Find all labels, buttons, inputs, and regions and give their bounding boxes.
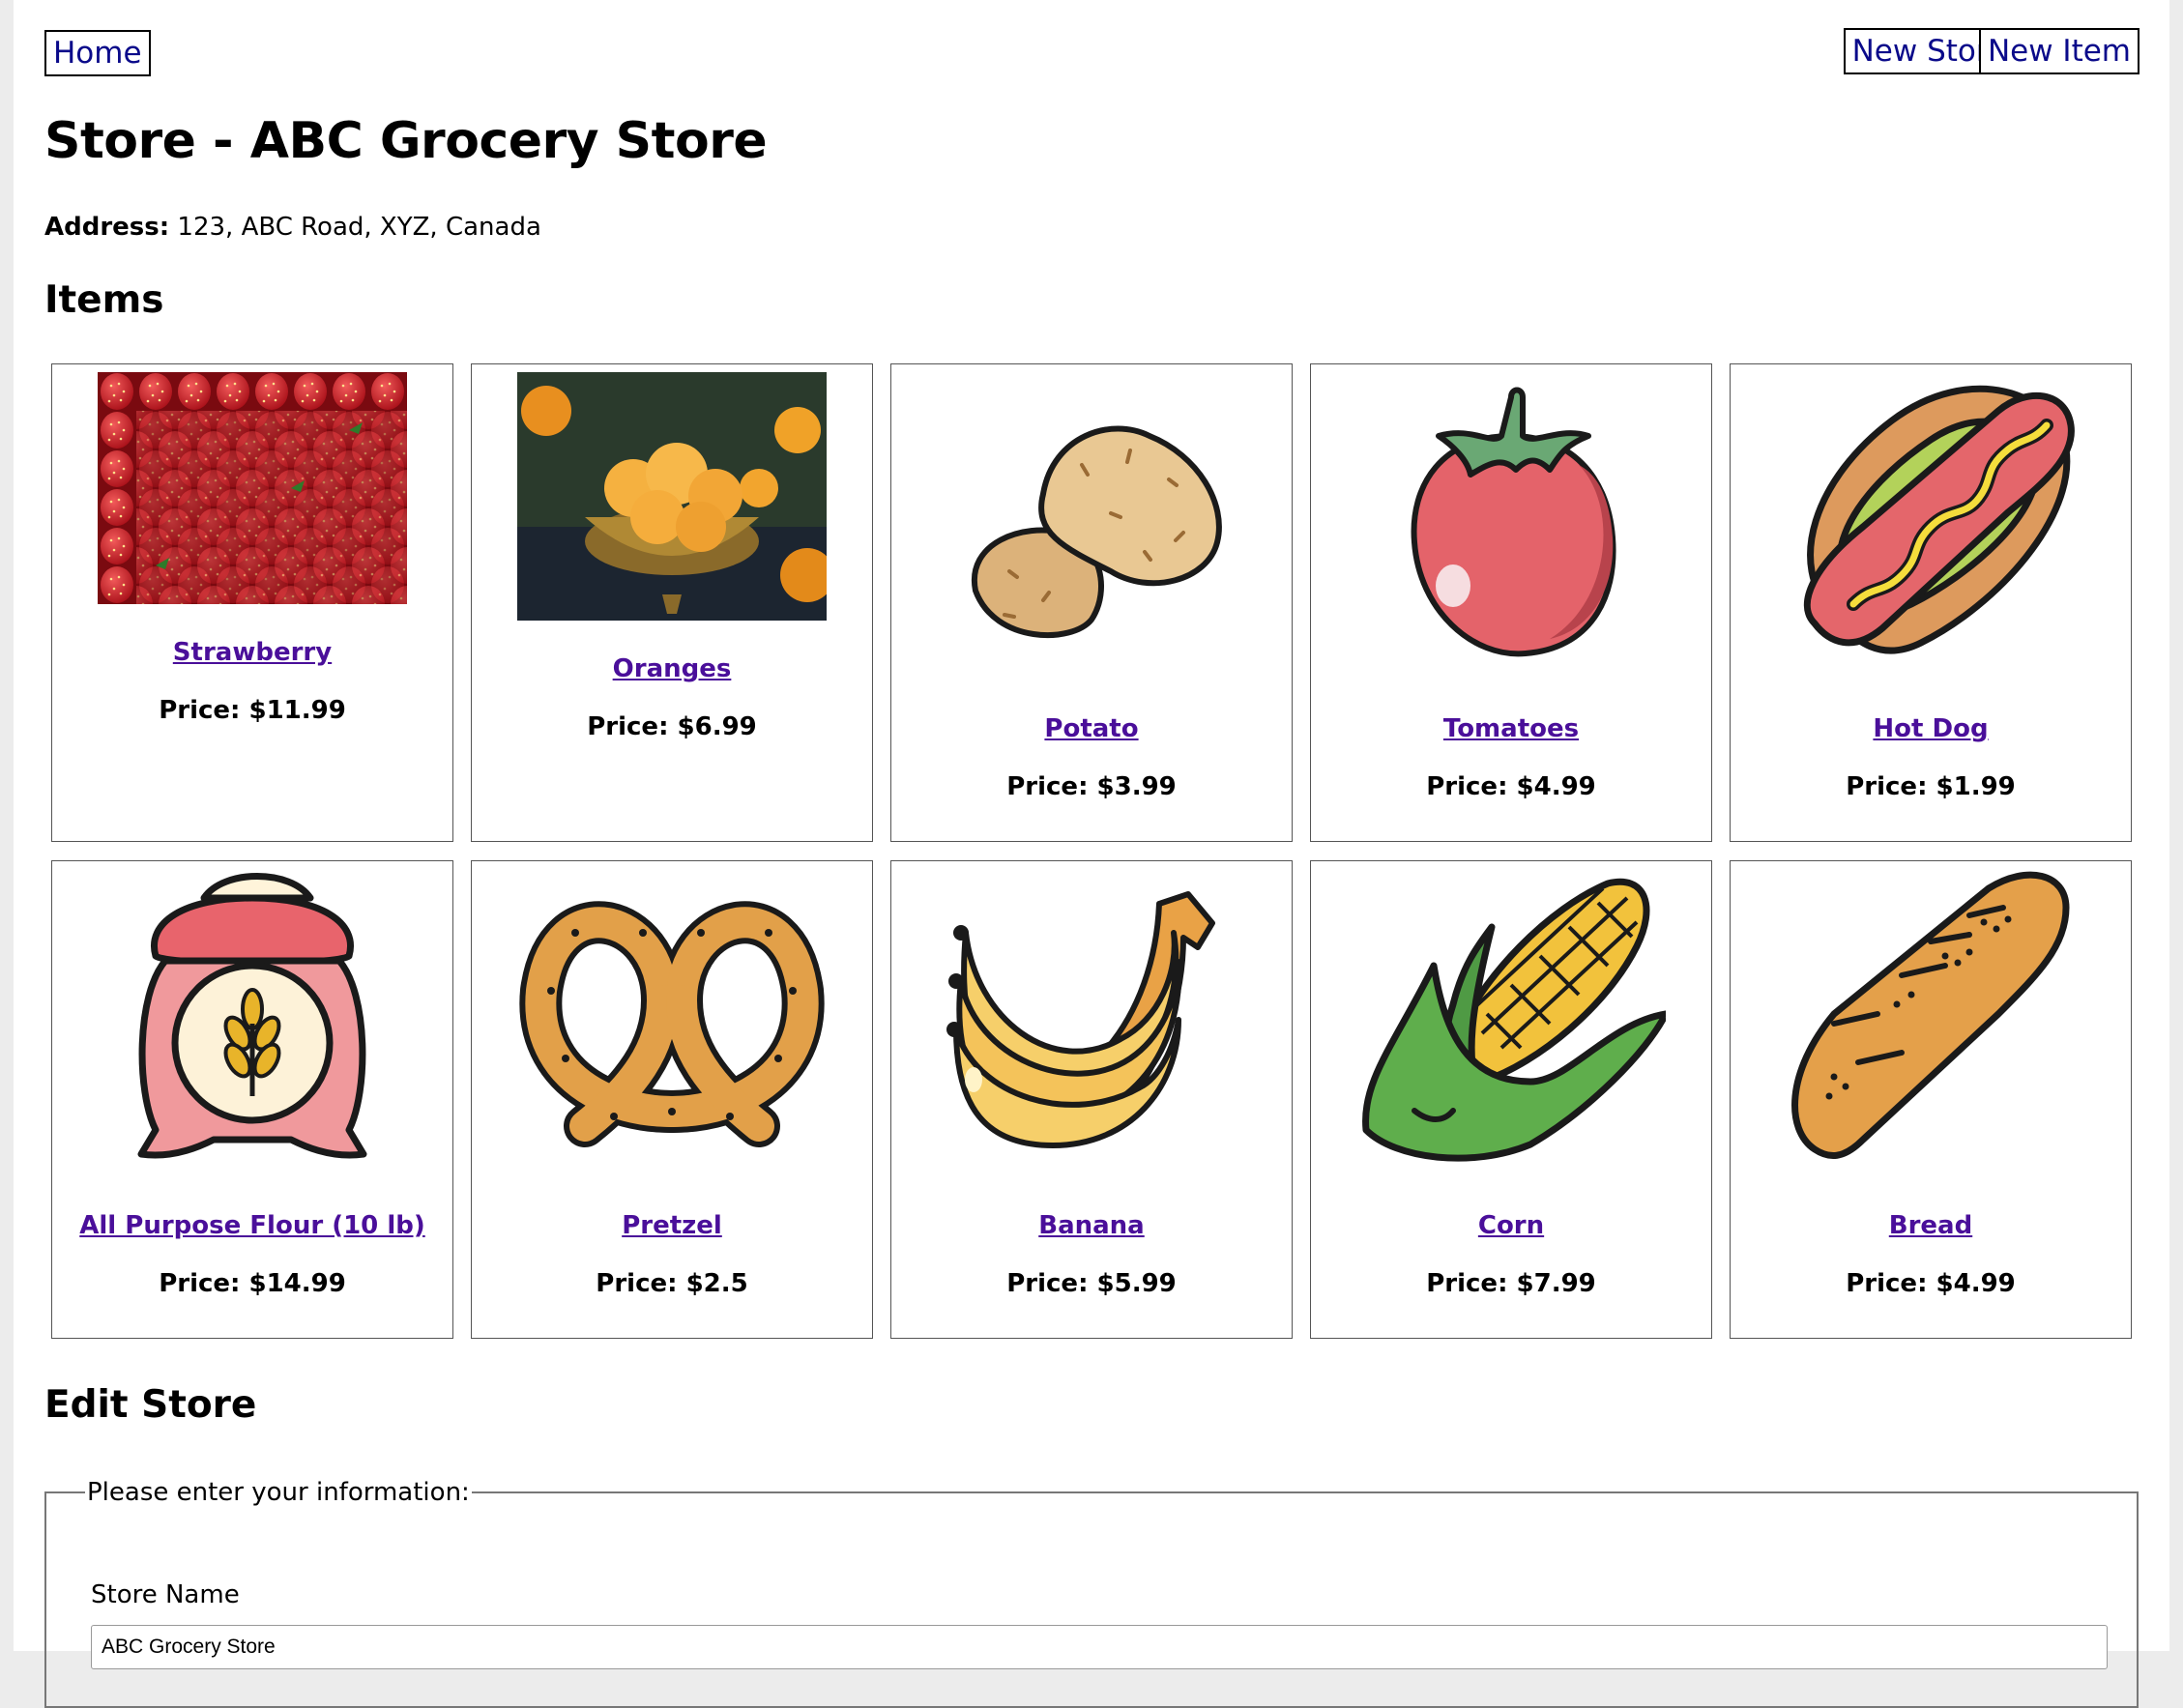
item-link[interactable]: All Purpose Flour (10 lb) (52, 1209, 452, 1242)
item-card-potato: Potato Price: $3.99 (890, 363, 1293, 842)
store-address: Address: 123, ABC Road, XYZ, Canada (44, 211, 541, 244)
item-link[interactable]: Banana (891, 1209, 1292, 1242)
store-name-input[interactable] (91, 1625, 2108, 1669)
page: Home New Store New Item Store - ABC Groc… (14, 0, 2169, 1708)
flour-sack-icon[interactable] (98, 869, 407, 1165)
item-link[interactable]: Tomatoes (1311, 712, 1711, 745)
item-price: Price: $11.99 (159, 696, 346, 725)
new-item-link[interactable]: New Item (1978, 28, 2139, 74)
banana-icon[interactable] (937, 875, 1246, 1165)
home-link[interactable]: Home (44, 30, 151, 76)
items-grid: Strawberry Price: $11.99 Oranges Price: … (51, 363, 2149, 1342)
address-label: Address: (44, 213, 170, 242)
item-link[interactable]: Corn (1311, 1209, 1711, 1242)
item-price: Price: $1.99 (1846, 772, 2016, 801)
address-value: 123, ABC Road, XYZ, Canada (169, 213, 541, 242)
item-card-oranges: Oranges Price: $6.99 (471, 363, 873, 842)
item-price: Price: $4.99 (1846, 1269, 2016, 1298)
pretzel-icon[interactable] (517, 875, 827, 1165)
item-card-hot-dog: Hot Dog Price: $1.99 (1730, 363, 2132, 842)
item-card-banana: Banana Price: $5.99 (890, 860, 1293, 1339)
item-link[interactable]: Strawberry (52, 636, 452, 669)
items-heading: Items (44, 278, 164, 322)
item-card-tomatoes: Tomatoes Price: $4.99 (1310, 363, 1712, 842)
bread-icon[interactable] (1776, 869, 2085, 1165)
item-card-strawberry: Strawberry Price: $11.99 (51, 363, 453, 842)
tomato-icon[interactable] (1356, 378, 1666, 668)
item-card-bread: Bread Price: $4.99 (1730, 860, 2132, 1339)
item-price: Price: $14.99 (159, 1269, 346, 1298)
item-price: Price: $4.99 (1426, 772, 1596, 801)
item-link[interactable]: Bread (1731, 1209, 2131, 1242)
item-price: Price: $7.99 (1426, 1269, 1596, 1298)
store-name-label: Store Name (91, 1580, 240, 1609)
item-link[interactable]: Hot Dog (1731, 712, 2131, 745)
corn-icon[interactable] (1356, 869, 1666, 1165)
edit-store-heading: Edit Store (44, 1383, 257, 1427)
strawberry-photo[interactable] (98, 372, 407, 604)
item-card-flour: All Purpose Flour (10 lb) Price: $14.99 (51, 860, 453, 1339)
edit-store-form: Please enter your information: Store Nam… (44, 1476, 2139, 1708)
oranges-photo[interactable] (517, 372, 827, 621)
item-price: Price: $3.99 (1006, 772, 1177, 801)
item-link[interactable]: Oranges (472, 652, 872, 685)
form-legend: Please enter your information: (87, 1478, 470, 1507)
hot-dog-icon[interactable] (1776, 372, 2085, 668)
page-title: Store - ABC Grocery Store (44, 112, 768, 170)
item-link[interactable]: Potato (891, 712, 1292, 745)
potato-icon[interactable] (937, 378, 1246, 668)
item-price: Price: $2.5 (596, 1269, 748, 1298)
item-price: Price: $6.99 (587, 712, 757, 741)
item-card-pretzel: Pretzel Price: $2.5 (471, 860, 873, 1339)
item-link[interactable]: Pretzel (472, 1209, 872, 1242)
item-card-corn: Corn Price: $7.99 (1310, 860, 1712, 1339)
item-price: Price: $5.99 (1006, 1269, 1177, 1298)
